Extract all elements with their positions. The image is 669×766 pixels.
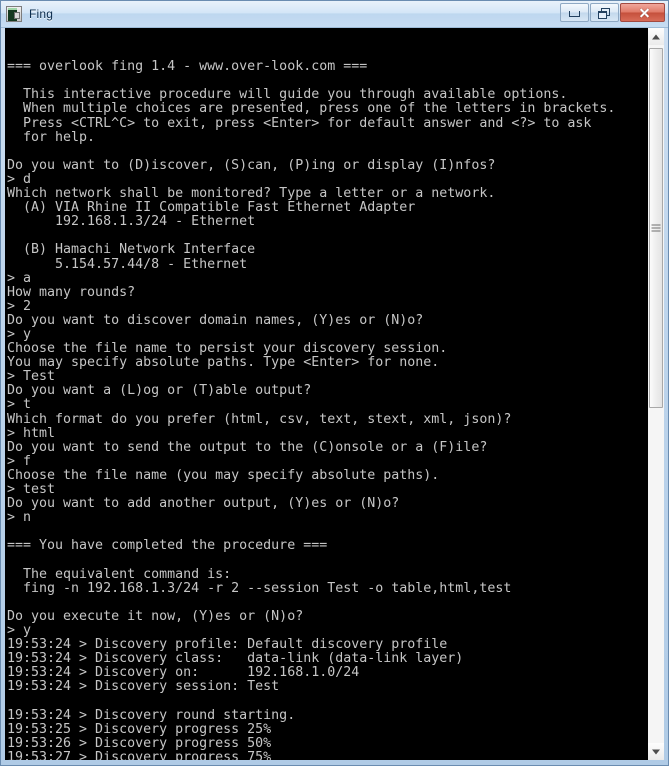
terminal-line: > 2 <box>7 298 32 314</box>
terminal-line: > a <box>7 270 32 286</box>
terminal-line: === overlook fing 1.4 - www.over-look.co… <box>7 59 368 75</box>
terminal-line: 192.168.1.3/24 - Ethernet <box>7 214 256 230</box>
terminal-line: Do you want to discover domain names, (Y… <box>7 312 424 328</box>
terminal-line: Do you want a (L)og or (T)able output? <box>7 383 312 399</box>
terminal-line: Do you want to (D)iscover, (S)can, (P)in… <box>7 157 496 173</box>
terminal-line: Do you want to add another output, (Y)es… <box>7 496 400 512</box>
terminal-line: Choose the file name (you may specify ab… <box>7 467 440 483</box>
terminal-line: 19:53:24 > Discovery profile: Default di… <box>7 637 448 653</box>
terminal-line: for help. <box>7 129 96 145</box>
terminal-line: Choose the file name to persist your dis… <box>7 341 448 357</box>
terminal-line: How many rounds? <box>7 284 136 300</box>
minimize-button[interactable] <box>560 3 589 22</box>
terminal-line: You may specify absolute paths. Type <En… <box>7 355 440 371</box>
terminal-line: When multiple choices are presented, pre… <box>7 101 616 117</box>
terminal-line: Do you execute it now, (Y)es or (N)o? <box>7 608 304 624</box>
terminal-line: > n <box>7 510 32 526</box>
terminal-line: > Test <box>7 369 56 385</box>
terminal-line: > html <box>7 425 56 441</box>
application-window: Fing === overlook fing 1.4 - www.over-lo… <box>0 0 669 766</box>
terminal-line: Which network shall be monitored? Type a… <box>7 186 496 202</box>
terminal-line: This interactive procedure will guide yo… <box>7 87 568 103</box>
title-bar[interactable]: Fing <box>1 1 668 28</box>
window-title: Fing <box>29 7 54 21</box>
scroll-up-arrow-icon[interactable] <box>648 28 664 45</box>
terminal-line: 5.154.57.44/8 - Ethernet <box>7 256 248 272</box>
terminal-line: 19:53:27 > Discovery progress 75% <box>7 749 272 760</box>
terminal-line: 19:53:24 > Discovery class: data-link (d… <box>7 651 464 667</box>
terminal-line: Which format do you prefer (html, csv, t… <box>7 411 512 427</box>
terminal-line: 19:53:24 > Discovery round starting. <box>7 707 296 723</box>
terminal-line: > y <box>7 326 32 342</box>
restore-button[interactable] <box>590 3 619 22</box>
terminal-line: === You have completed the procedure === <box>7 538 328 554</box>
terminal-output[interactable]: === overlook fing 1.4 - www.over-look.co… <box>5 28 647 760</box>
terminal-line: > f <box>7 453 32 469</box>
terminal-line: 19:53:24 > Discovery session: Test <box>7 679 280 695</box>
terminal-line: > y <box>7 622 32 638</box>
terminal-line: 19:53:24 > Discovery on: 192.168.1.0/24 <box>7 665 360 681</box>
console-app-icon <box>6 6 22 22</box>
terminal-line-list: === overlook fing 1.4 - www.over-look.co… <box>7 60 647 760</box>
client-area: === overlook fing 1.4 - www.over-look.co… <box>1 28 668 765</box>
scrollbar-track[interactable] <box>648 45 664 743</box>
window-controls <box>560 3 665 22</box>
terminal-line: 19:53:26 > Discovery progress 50% <box>7 735 272 751</box>
terminal-line: > t <box>7 397 32 413</box>
terminal-line: (A) VIA Rhine II Compatible Fast Etherne… <box>7 200 416 216</box>
scrollbar-thumb[interactable] <box>649 48 663 408</box>
terminal-line: The equivalent command is: <box>7 566 232 582</box>
scrollbar-grip-icon <box>651 224 661 232</box>
terminal-line: > test <box>7 482 56 497</box>
terminal-line: fing -n 192.168.1.3/24 -r 2 --session Te… <box>7 580 512 596</box>
terminal-line: 19:53:25 > Discovery progress 25% <box>7 721 272 737</box>
terminal-line: (B) Hamachi Network Interface <box>7 242 256 258</box>
scroll-down-arrow-icon[interactable] <box>648 743 664 760</box>
close-button[interactable] <box>620 3 665 22</box>
terminal-line: Press <CTRL^C> to exit, press <Enter> fo… <box>7 115 592 131</box>
terminal-line: Do you want to send the output to the (C… <box>7 439 488 455</box>
terminal-line: > d <box>7 171 32 187</box>
vertical-scrollbar[interactable] <box>647 28 664 760</box>
